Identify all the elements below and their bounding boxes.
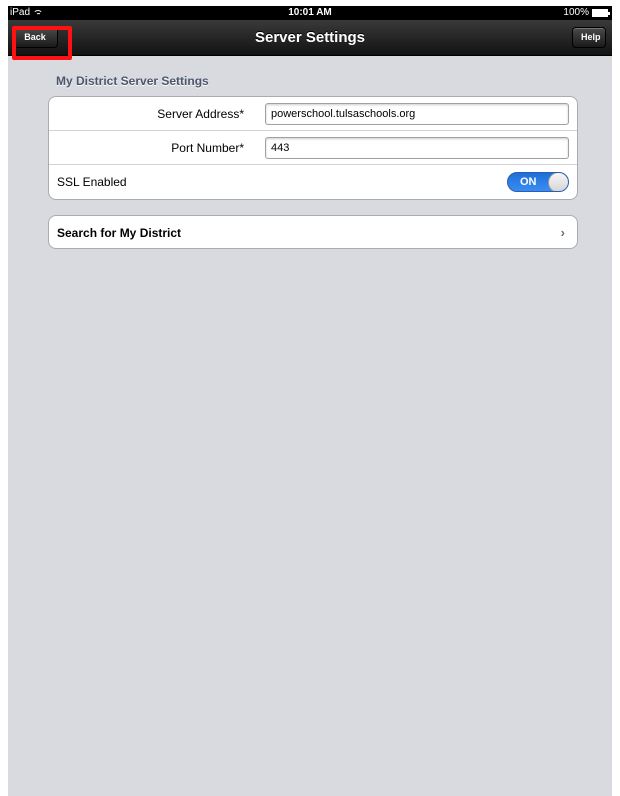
battery-percent: 100% — [563, 7, 589, 18]
port-number-row: Port Number* 443 — [49, 131, 577, 165]
ssl-enabled-row: SSL Enabled ON — [49, 165, 577, 199]
search-district-row[interactable]: Search for My District › — [49, 216, 577, 248]
navigation-bar: Server Settings Back Help — [8, 20, 612, 60]
ssl-toggle-state: ON — [520, 176, 537, 188]
status-bar: iPad 10:01 AM 100% — [8, 6, 612, 20]
port-number-label: Port Number* — [171, 141, 244, 155]
battery-indicator: 100% — [563, 6, 610, 20]
search-district-group: Search for My District › — [48, 215, 578, 249]
port-number-input[interactable]: 443 — [265, 137, 569, 159]
section-header: My District Server Settings — [56, 74, 209, 88]
server-address-row: Server Address* powerschool.tulsaschools… — [49, 97, 577, 131]
app-screen: iPad 10:01 AM 100% Server Settings Back … — [8, 6, 612, 796]
help-button[interactable]: Help — [572, 27, 606, 48]
toggle-knob — [548, 173, 568, 191]
page-title: Server Settings — [254, 29, 366, 46]
server-settings-group: Server Address* powerschool.tulsaschools… — [48, 96, 578, 200]
search-district-label: Search for My District — [57, 226, 182, 240]
server-address-input[interactable]: powerschool.tulsaschools.org — [265, 103, 569, 125]
server-address-label: Server Address* — [157, 107, 244, 121]
ssl-toggle[interactable]: ON — [507, 172, 569, 192]
battery-icon — [592, 9, 610, 17]
chevron-right-icon: › — [560, 225, 565, 240]
back-button[interactable]: Back — [12, 27, 58, 48]
ssl-enabled-label: SSL Enabled — [57, 175, 127, 189]
status-time: 10:01 AM — [288, 7, 332, 18]
